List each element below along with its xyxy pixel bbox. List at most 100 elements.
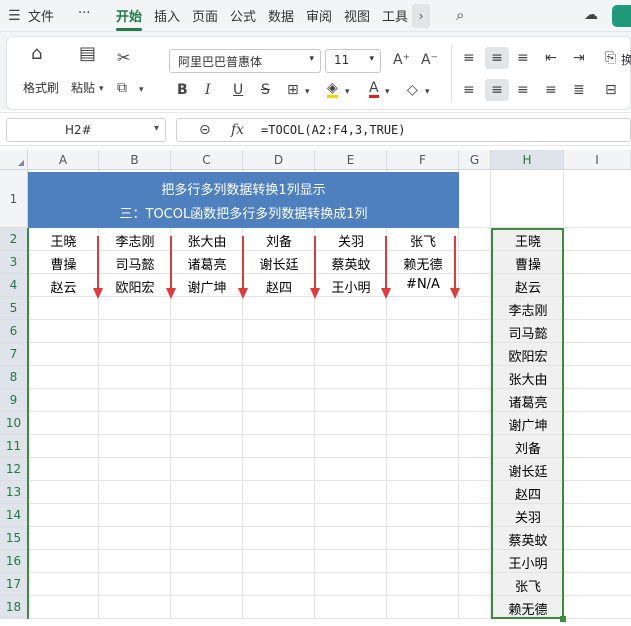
row-header-16[interactable]: 16 <box>0 550 28 573</box>
paste-button[interactable]: 粘贴 <box>71 79 95 96</box>
row-header-3[interactable]: 3 <box>0 251 28 274</box>
column-header-b[interactable]: B <box>99 150 171 170</box>
table-cell[interactable]: #N/A <box>387 277 459 292</box>
tab-view[interactable]: 视图 <box>344 6 370 25</box>
tab-review[interactable]: 审阅 <box>306 6 332 25</box>
copy-icon[interactable]: ⧉ <box>117 81 127 95</box>
table-cell[interactable]: 关羽 <box>315 231 387 250</box>
distributed-icon[interactable]: ≣ <box>573 83 585 97</box>
font-color-icon[interactable]: A <box>369 81 379 98</box>
borders-icon[interactable]: ⊞ <box>287 83 299 97</box>
merge-cells-icon[interactable]: ⊟ <box>605 83 617 97</box>
fill-color-icon[interactable]: ◈ <box>327 81 338 98</box>
row-header-15[interactable]: 15 <box>0 527 28 550</box>
justify-icon[interactable]: ≡ <box>545 83 557 97</box>
column-header-d[interactable]: D <box>243 150 315 170</box>
tab-insert[interactable]: 插入 <box>154 6 180 25</box>
tab-tools[interactable]: 工具 <box>382 6 408 25</box>
table-cell[interactable]: 司马懿 <box>99 254 171 273</box>
fill-handle[interactable] <box>560 616 566 622</box>
fill-color-dropdown-icon[interactable]: ▾ <box>345 85 350 99</box>
column-header-a[interactable]: A <box>28 150 99 170</box>
paste-icon[interactable]: ▤ <box>79 45 96 63</box>
paste-dropdown-icon[interactable]: ▾ <box>99 82 104 96</box>
font-size-select[interactable]: 11 ▾ <box>325 49 381 73</box>
align-top-icon[interactable]: ≡ <box>463 51 475 65</box>
title-banner[interactable]: 把多行多列数据转换1列显示 三：TOCOL函数把多行多列数据转换成1列 <box>28 172 459 228</box>
table-cell[interactable]: 赖无德 <box>387 254 459 273</box>
format-painter-icon[interactable]: ⌂ <box>31 45 42 63</box>
name-box[interactable]: H2# ▾ <box>6 118 166 142</box>
share-button[interactable] <box>612 5 631 27</box>
row-header-12[interactable]: 12 <box>0 458 28 481</box>
copy-dropdown-icon[interactable]: ▾ <box>139 83 144 97</box>
align-center-button[interactable]: ≡ <box>485 79 509 101</box>
format-painter-button[interactable]: 格式刷 <box>23 79 59 96</box>
table-cell[interactable]: 谢广坤 <box>171 277 243 296</box>
row-header-13[interactable]: 13 <box>0 481 28 504</box>
row-header-11[interactable]: 11 <box>0 435 28 458</box>
eraser-icon[interactable]: ◇ <box>407 83 418 97</box>
table-cell[interactable]: 王小明 <box>315 277 387 296</box>
row-header-2[interactable]: 2 <box>0 228 28 251</box>
row-header-1[interactable]: 1 <box>0 170 28 228</box>
table-cell[interactable]: 曹操 <box>28 254 99 273</box>
tabs-scroll-right-button[interactable]: › <box>412 4 430 28</box>
fx-icon[interactable]: fx <box>231 123 244 137</box>
grow-font-button[interactable]: A⁺ <box>393 53 410 67</box>
table-cell[interactable]: 刘备 <box>243 231 315 250</box>
column-header-g[interactable]: G <box>459 150 491 170</box>
align-bottom-icon[interactable]: ≡ <box>517 51 529 65</box>
cut-icon[interactable]: ✂ <box>117 50 130 66</box>
eraser-dropdown-icon[interactable]: ▾ <box>425 85 430 99</box>
increase-indent-icon[interactable]: ⇥ <box>573 51 585 65</box>
row-header-8[interactable]: 8 <box>0 366 28 389</box>
column-header-f[interactable]: F <box>387 150 459 170</box>
decrease-indent-icon[interactable]: ⇤ <box>545 51 557 65</box>
table-cell[interactable]: 谢长廷 <box>243 254 315 273</box>
wrap-text-label[interactable]: 换 <box>621 51 631 68</box>
row-header-14[interactable]: 14 <box>0 504 28 527</box>
table-cell[interactable]: 赵四 <box>243 277 315 296</box>
strikethrough-button[interactable]: S <box>261 83 270 97</box>
select-all-corner[interactable]: ◢ <box>0 150 28 170</box>
align-right-icon[interactable]: ≡ <box>517 83 529 97</box>
formula-input[interactable]: =TOCOL(A2:F4,3,TRUE) <box>261 123 406 137</box>
tab-data[interactable]: 数据 <box>268 6 294 25</box>
table-cell[interactable]: 李志刚 <box>99 231 171 250</box>
row-header-4[interactable]: 4 <box>0 274 28 297</box>
wrap-text-icon[interactable]: ⎘ <box>605 51 616 65</box>
font-name-select[interactable]: 阿里巴巴普惠体 ▾ <box>169 49 321 73</box>
row-header-17[interactable]: 17 <box>0 573 28 596</box>
tab-home[interactable]: 开始 <box>116 6 142 25</box>
bold-button[interactable]: B <box>177 83 188 97</box>
column-header-e[interactable]: E <box>315 150 387 170</box>
shrink-font-button[interactable]: A⁻ <box>421 53 438 67</box>
formula-input-area[interactable]: ⊝ fx =TOCOL(A2:F4,3,TRUE) <box>176 118 631 142</box>
table-cell[interactable]: 赵云 <box>28 277 99 296</box>
table-cell[interactable]: 王晓 <box>28 231 99 250</box>
hamburger-icon[interactable]: ☰ <box>8 9 21 23</box>
row-header-9[interactable]: 9 <box>0 389 28 412</box>
table-cell[interactable]: 诸葛亮 <box>171 254 243 273</box>
table-cell[interactable]: 张大由 <box>171 231 243 250</box>
row-header-6[interactable]: 6 <box>0 320 28 343</box>
row-header-5[interactable]: 5 <box>0 297 28 320</box>
menu-file[interactable]: 文件 <box>28 6 54 25</box>
row-header-7[interactable]: 7 <box>0 343 28 366</box>
row-header-10[interactable]: 10 <box>0 412 28 435</box>
font-color-dropdown-icon[interactable]: ▾ <box>385 85 390 99</box>
column-header-i[interactable]: I <box>564 150 631 170</box>
column-header-c[interactable]: C <box>171 150 243 170</box>
align-left-icon[interactable]: ≡ <box>463 83 475 97</box>
table-cell[interactable]: 蔡英蚊 <box>315 254 387 273</box>
search-icon[interactable]: ⌕ <box>456 8 464 23</box>
cloud-icon[interactable]: ☁ <box>584 8 598 22</box>
borders-dropdown-icon[interactable]: ▾ <box>305 85 310 99</box>
menu-more[interactable]: ··· <box>78 6 90 21</box>
align-middle-button[interactable]: ≡ <box>485 47 509 69</box>
table-cell[interactable]: 张飞 <box>387 231 459 250</box>
row-header-18[interactable]: 18 <box>0 596 28 619</box>
italic-button[interactable]: I <box>205 83 211 97</box>
underline-button[interactable]: U <box>233 83 243 97</box>
